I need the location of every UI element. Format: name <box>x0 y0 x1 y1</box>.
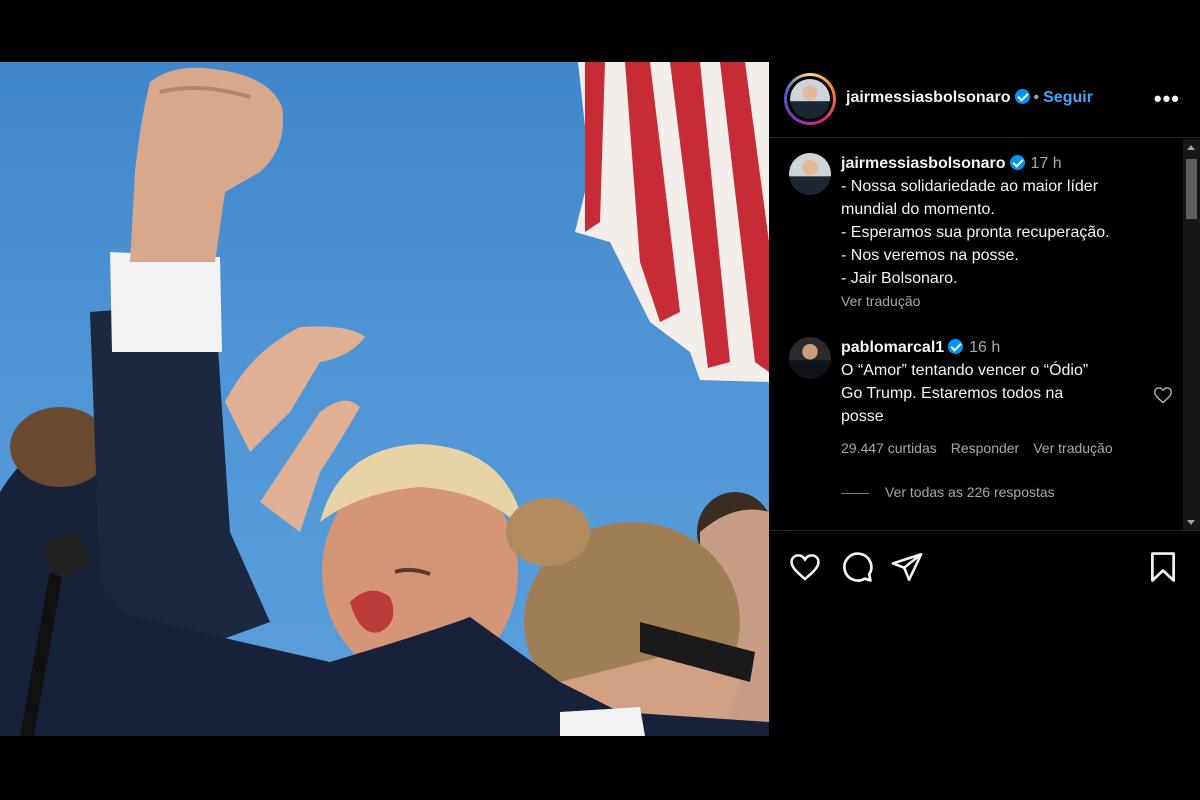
separator-dot: • <box>1033 89 1040 106</box>
author-username[interactable]: jairmessiasbolsonaro <box>846 89 1011 106</box>
author-line: jairmessiasbolsonaro • Seguir <box>846 89 1093 107</box>
comment-time[interactable]: 17 h <box>1031 155 1062 172</box>
post-photo <box>0 62 769 736</box>
replies-rule <box>841 492 869 494</box>
comment-icon[interactable] <box>840 550 874 584</box>
share-icon[interactable] <box>890 550 924 584</box>
post-image-illustration <box>0 62 769 736</box>
avatar[interactable] <box>790 79 830 119</box>
comment-meta: 29.447 curtidas Responder Ver tradução <box>841 440 1171 456</box>
comment-text-line: Go Trump. Estaremos todos na <box>841 385 1064 402</box>
comments-scrollbar[interactable] <box>1183 139 1200 530</box>
more-options-icon[interactable]: ••• <box>1154 86 1180 112</box>
reply-button[interactable]: Responder <box>951 440 1020 456</box>
comment-text-line: - Esperamos sua pronta recuperação. <box>841 224 1110 241</box>
comments-list[interactable]: jairmessiasbolsonaro 17 h - Nossa solidar… <box>769 139 1200 531</box>
comment-username[interactable]: pablomarcal1 <box>841 339 944 356</box>
scroll-down-arrow-icon[interactable] <box>1187 520 1195 525</box>
likes-count[interactable]: 29.447 curtidas <box>841 440 937 456</box>
see-translation-link[interactable]: Ver tradução <box>841 290 1161 313</box>
author-avatar-ring[interactable] <box>784 73 836 125</box>
verified-badge-icon <box>948 339 964 354</box>
follow-button[interactable]: Seguir <box>1043 89 1093 106</box>
flag <box>575 62 769 382</box>
comment-text-line: - Nos veremos na posse. <box>841 247 1019 264</box>
bookmark-icon[interactable] <box>1146 550 1180 584</box>
view-replies-label[interactable]: Ver todas as 226 respostas <box>885 484 1055 500</box>
scroll-thumb[interactable] <box>1186 159 1197 219</box>
avatar[interactable] <box>789 153 831 195</box>
heart-icon[interactable] <box>788 550 822 584</box>
scroll-up-arrow-icon[interactable] <box>1187 145 1195 150</box>
verified-badge-icon <box>1014 89 1030 104</box>
comment-text-line: O “Amor” tentando vencer o “Ódio” <box>841 362 1089 379</box>
comment-time[interactable]: 16 h <box>969 339 1000 356</box>
post-sidebar: jairmessiasbolsonaro • Seguir ••• jairmess… <box>769 62 1200 736</box>
comment-username[interactable]: jairmessiasbolsonaro <box>841 155 1006 172</box>
post-header: jairmessiasbolsonaro • Seguir ••• <box>769 62 1200 138</box>
comment-text-line: - Nossa solidariedade ao maior líder <box>841 178 1099 195</box>
avatar[interactable] <box>789 337 831 379</box>
comment-text-line: posse <box>841 408 884 425</box>
see-translation-link[interactable]: Ver tradução <box>1033 440 1112 456</box>
like-comment-heart-icon[interactable] <box>1153 385 1173 405</box>
verified-badge-icon <box>1009 155 1025 170</box>
view-replies-button[interactable]: Ver todas as 226 respostas <box>841 484 1055 500</box>
comment-text-line: mundial do momento. <box>841 201 995 218</box>
post-actions-bar <box>769 542 1200 590</box>
comment-text-line: - Jair Bolsonaro. <box>841 270 958 287</box>
